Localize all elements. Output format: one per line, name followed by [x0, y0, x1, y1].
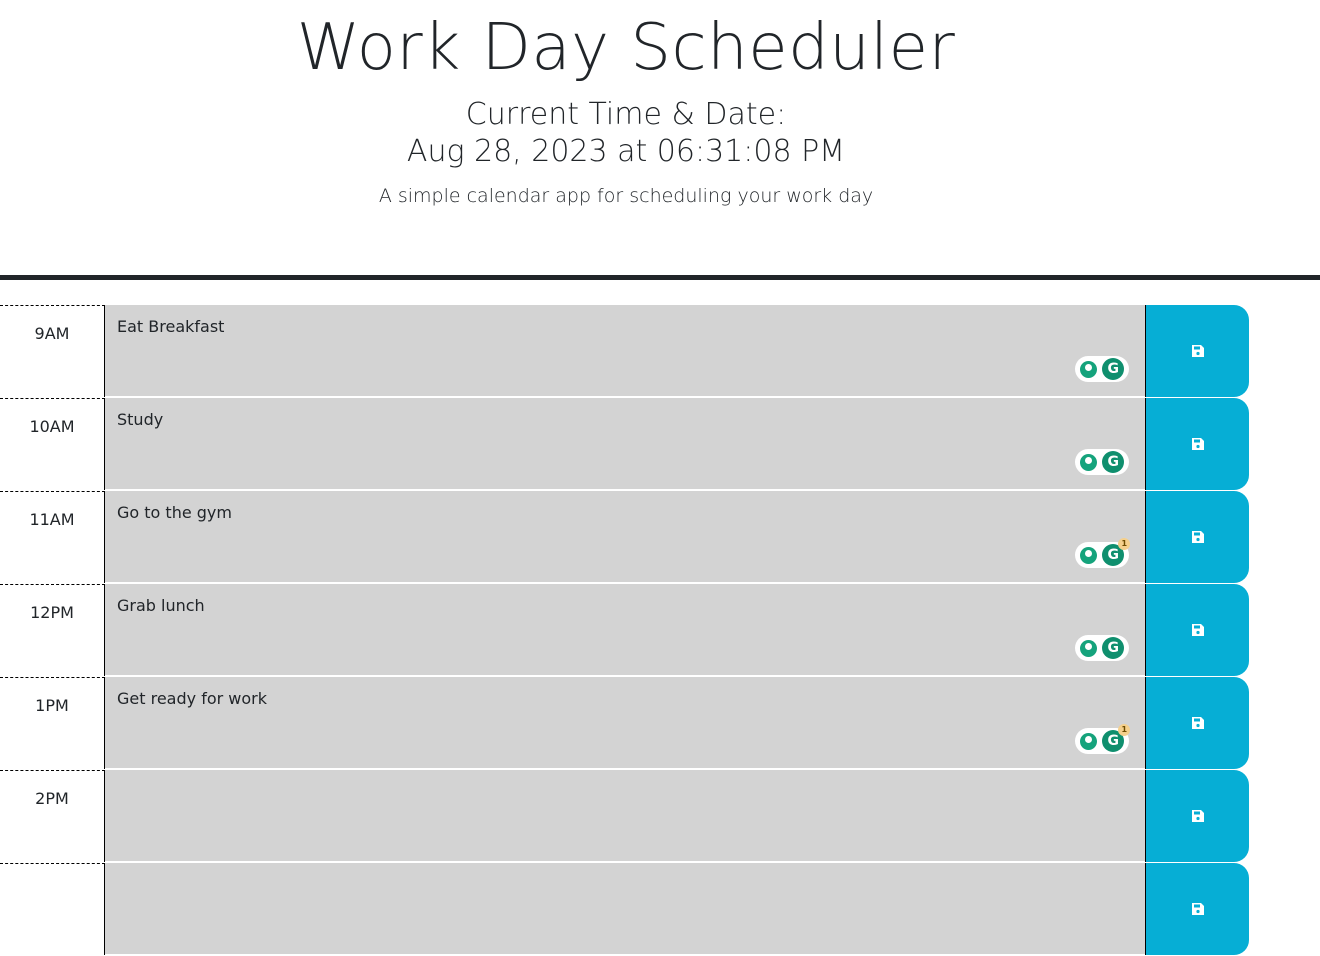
page-title: Work Day Scheduler: [296, 11, 956, 85]
event-description-textarea[interactable]: Go to the gym G1: [105, 491, 1145, 583]
lightbulb-icon[interactable]: [1079, 546, 1097, 564]
current-time-value: Aug 28, 2023 at 06:31:08 PM: [406, 134, 846, 169]
save-button[interactable]: [1145, 305, 1249, 397]
notification-badge: 1: [1118, 724, 1131, 736]
event-description-textarea[interactable]: [105, 770, 1145, 862]
header-divider: [0, 275, 1320, 280]
hour-label: 12PM: [0, 584, 105, 676]
floppy-disk-icon: [1191, 903, 1204, 915]
floppy-disk-icon: [1191, 717, 1204, 729]
grammarly-icon[interactable]: G1: [1102, 538, 1131, 566]
hour-label: [0, 863, 105, 955]
event-description-textarea[interactable]: [105, 863, 1145, 955]
page-description: A simple calendar app for scheduling you…: [378, 185, 874, 207]
event-description-textarea[interactable]: Eat Breakfast G: [105, 305, 1145, 397]
time-block-row: 10AM Study G: [0, 398, 1250, 491]
save-button[interactable]: [1145, 863, 1249, 955]
current-time-label: Current Time & Date:: [465, 97, 787, 132]
lightbulb-icon[interactable]: [1079, 732, 1097, 750]
floppy-disk-icon: [1191, 624, 1204, 636]
floppy-disk-icon: [1191, 810, 1204, 822]
time-block-row: 9AM Eat Breakfast G: [0, 305, 1250, 398]
event-description-text: Get ready for work: [117, 689, 267, 708]
hour-label: 1PM: [0, 677, 105, 769]
event-description-textarea[interactable]: Get ready for work G1: [105, 677, 1145, 769]
time-block-row: 12PM Grab lunch G: [0, 584, 1250, 677]
hour-label: 11AM: [0, 491, 105, 583]
event-description-text: Eat Breakfast: [117, 317, 225, 336]
grammarly-icon[interactable]: G: [1102, 451, 1125, 473]
writing-assistant-widget[interactable]: G1: [1075, 724, 1131, 754]
lightbulb-icon[interactable]: [1079, 360, 1097, 378]
notification-badge: 1: [1118, 538, 1131, 550]
writing-assistant-widget[interactable]: G: [1075, 635, 1129, 661]
save-button[interactable]: [1145, 770, 1249, 862]
event-description-text: Study: [117, 410, 164, 429]
grammarly-icon[interactable]: G: [1102, 637, 1125, 659]
hour-label: 10AM: [0, 398, 105, 490]
floppy-disk-icon: [1191, 438, 1204, 450]
event-description-textarea[interactable]: Study G: [105, 398, 1145, 490]
writing-assistant-widget[interactable]: G: [1075, 449, 1129, 475]
writing-assistant-widget[interactable]: G1: [1075, 538, 1131, 568]
save-button[interactable]: [1145, 584, 1249, 676]
floppy-disk-icon: [1191, 345, 1204, 357]
time-block-row: 2PM: [0, 770, 1250, 863]
event-description-text: Go to the gym: [117, 503, 232, 522]
time-block-row: 1PM Get ready for work G1: [0, 677, 1250, 770]
save-button[interactable]: [1145, 398, 1249, 490]
grammarly-icon[interactable]: G: [1102, 358, 1125, 380]
grammarly-icon[interactable]: G1: [1102, 724, 1131, 752]
lightbulb-icon[interactable]: [1079, 639, 1097, 657]
hour-label: 9AM: [0, 305, 105, 397]
lightbulb-icon[interactable]: [1079, 453, 1097, 471]
time-block-list: 9AM Eat Breakfast G 10AM Study G 11AM Go…: [0, 305, 1250, 956]
time-block-row: [0, 863, 1250, 956]
event-description-textarea[interactable]: Grab lunch G: [105, 584, 1145, 676]
save-button[interactable]: [1145, 677, 1249, 769]
hour-label: 2PM: [0, 770, 105, 862]
writing-assistant-widget[interactable]: G: [1075, 356, 1129, 382]
event-description-text: Grab lunch: [117, 596, 205, 615]
time-block-row: 11AM Go to the gym G1: [0, 491, 1250, 584]
floppy-disk-icon: [1191, 531, 1204, 543]
save-button[interactable]: [1145, 491, 1249, 583]
